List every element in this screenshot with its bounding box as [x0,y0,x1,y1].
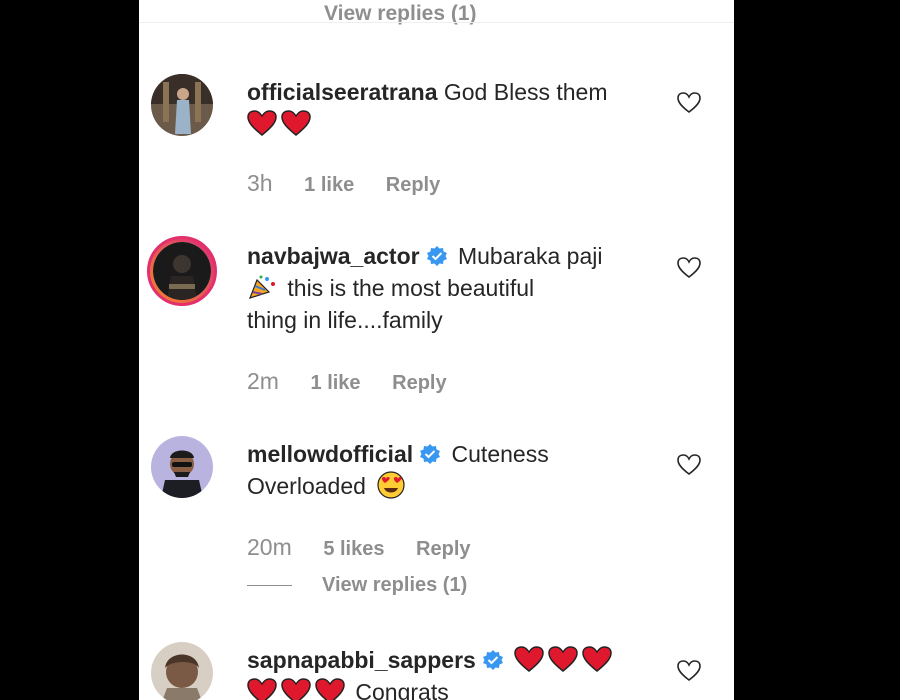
comment-username[interactable]: officialseeratrana [247,79,437,105]
comment-text: navbajwa_actor Mubaraka paji this is the… [247,240,667,336]
comment-body: Mubaraka paji [457,243,603,269]
comment-username[interactable]: mellowdofficial [247,441,413,467]
red-heart-emoji [281,110,311,136]
red-heart-emoji [247,110,277,136]
verified-badge-icon [420,444,441,464]
avatar[interactable] [147,236,217,306]
avatar[interactable] [151,436,213,498]
comment-body: God Bless them [443,79,608,105]
avatar[interactable] [151,74,213,136]
comment-body-line2: this is the most beautiful [287,275,535,301]
divider [247,585,292,587]
verified-badge-icon [482,650,503,670]
comment-body-line2: Overloaded [247,473,366,499]
comment-likes[interactable]: 5 likes [323,538,384,560]
reply-button[interactable]: Reply [386,174,440,196]
comment-text: mellowdofficial Cuteness Overloaded [247,438,667,502]
comment-likes[interactable]: 1 like [304,174,354,196]
verified-badge-icon [426,246,447,266]
comment-meta: 3h 1 like Reply [247,170,466,197]
comment-username[interactable]: navbajwa_actor [247,243,420,269]
comment-time: 3h [247,170,273,196]
heart-outline-icon[interactable] [677,92,701,114]
comment-username[interactable]: sapnapabbi_sappers [247,647,476,673]
comment-body-line2: Congrats [355,679,449,700]
reply-button[interactable]: Reply [392,372,446,394]
heart-outline-icon[interactable] [677,454,701,476]
red-heart-emoji [514,646,544,672]
comments-panel: View replies (1) officialseeratrana God … [139,0,734,700]
comment-meta: 2m 1 like Reply [247,368,473,395]
party-popper-emoji [248,275,275,299]
heart-outline-icon[interactable] [677,660,701,682]
reply-button[interactable]: Reply [416,538,470,560]
red-heart-emoji [548,646,578,672]
comment-body: Cuteness [451,441,549,467]
comment-body-line3: thing in life....family [247,307,443,333]
comment-time: 2m [247,368,279,394]
heart-outline-icon[interactable] [677,257,701,279]
divider [139,22,734,23]
red-heart-emoji [315,678,345,700]
heart-eyes-emoji [377,471,405,499]
comment-text: sapnapabbi_sappers Congrats [247,644,687,700]
red-heart-emoji [247,678,277,700]
comment-meta: 20m 5 likes Reply [247,534,497,561]
avatar[interactable] [151,642,213,700]
red-heart-emoji [582,646,612,672]
comment-text: officialseeratrana God Bless them [247,76,667,140]
view-replies-link[interactable]: View replies (1) [247,574,467,597]
comment-likes[interactable]: 1 like [311,372,361,394]
view-replies-label: View replies (1) [322,574,468,596]
comment-time: 20m [247,534,292,560]
red-heart-emoji [281,678,311,700]
